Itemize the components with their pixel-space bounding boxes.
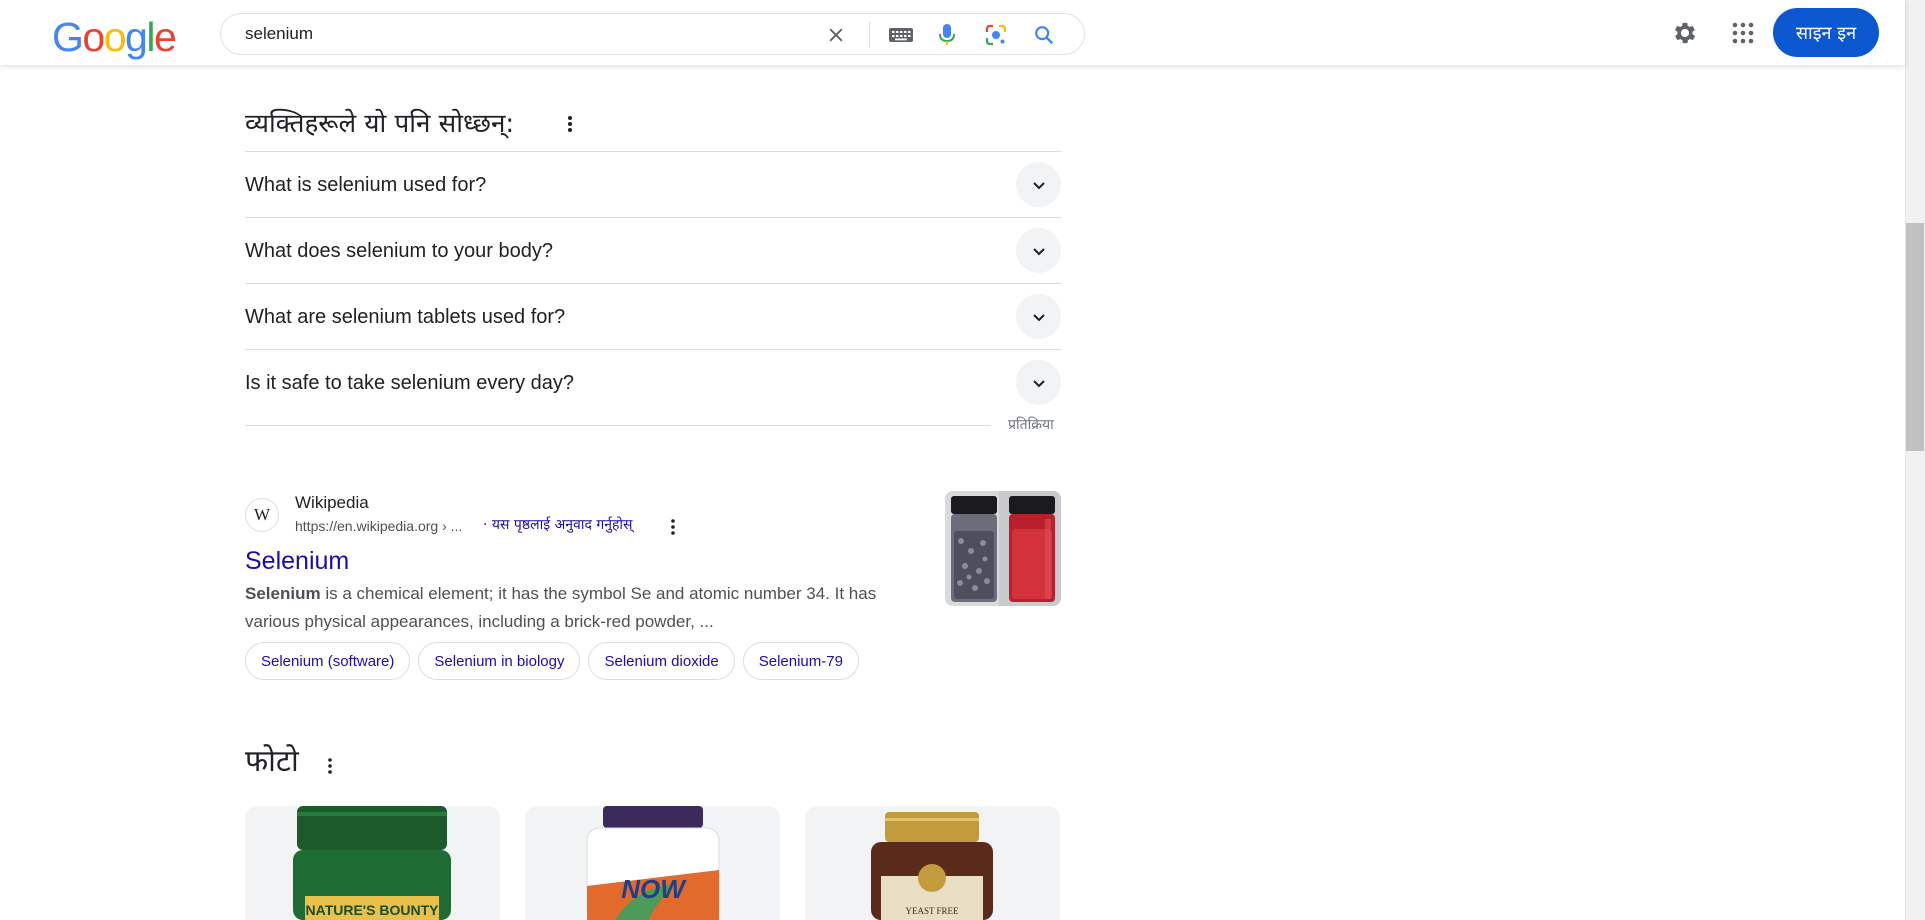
selenium-thumbnail-image[interactable]	[945, 491, 1061, 606]
close-icon[interactable]	[824, 23, 848, 47]
paa-question[interactable]: What are selenium tablets used for?	[245, 283, 1061, 349]
result-title-link[interactable]: Selenium	[245, 545, 349, 577]
solgar-label: YEAST FREE	[905, 906, 959, 916]
paa-question-text: What is selenium used for?	[245, 174, 487, 196]
snippet-bold: Selenium	[245, 584, 321, 603]
chip-selenium-in-biology[interactable]: Selenium in biology	[418, 642, 581, 680]
people-also-ask-title: व्यक्तिहरूले यो पनि सोध्छन्:	[245, 109, 515, 139]
camera-lens-icon[interactable]	[984, 23, 1008, 47]
chevron-down-icon[interactable]	[1016, 294, 1061, 339]
paa-divider	[245, 425, 991, 426]
result-url[interactable]: https://en.wikipedia.org › ...	[295, 518, 462, 534]
photo-card-now[interactable]: NOW	[525, 806, 780, 920]
search-box	[220, 13, 1085, 55]
chevron-down-icon[interactable]	[1016, 228, 1061, 273]
chevron-down-icon[interactable]	[1016, 162, 1061, 207]
photo-card-natures-bounty[interactable]: NATURE'S BOUNTY	[245, 806, 500, 920]
result-site-name[interactable]: Wikipedia	[295, 493, 369, 513]
result-more-options-icon[interactable]	[661, 515, 685, 539]
top-bar: Google साइन इन	[0, 0, 1905, 65]
people-also-ask-list: What is selenium used for? What does sel…	[245, 151, 1061, 415]
feedback-link[interactable]: प्रतिक्रिया	[1008, 415, 1054, 434]
snippet-line-2: various physical appearances, including …	[245, 612, 714, 631]
paa-more-options-icon[interactable]	[558, 112, 582, 136]
scrollbar-thumb[interactable]	[1906, 223, 1924, 451]
google-logo[interactable]: Google	[52, 17, 177, 58]
keyboard-icon[interactable]	[887, 23, 915, 47]
gear-icon[interactable]	[1669, 17, 1701, 49]
result-snippet: Selenium is a chemical element; it has t…	[245, 580, 925, 636]
chevron-down-icon[interactable]	[1016, 360, 1061, 405]
paa-question-text: What are selenium tablets used for?	[245, 306, 566, 328]
scrollbar-track[interactable]	[1905, 0, 1925, 920]
chip-selenium-dioxide[interactable]: Selenium dioxide	[588, 642, 735, 680]
chip-selenium-software[interactable]: Selenium (software)	[245, 642, 411, 680]
chip-selenium-79[interactable]: Selenium-79	[742, 642, 859, 680]
snippet-line-1: is a chemical element; it has the symbol…	[320, 584, 877, 603]
search-divider	[869, 22, 870, 48]
photos-more-options-icon[interactable]	[318, 754, 342, 778]
search-icon[interactable]	[1032, 23, 1056, 47]
now-label: NOW	[621, 874, 687, 904]
paa-question-text: What does selenium to your body?	[245, 240, 553, 262]
wikipedia-favicon: W	[245, 498, 279, 532]
paa-question[interactable]: Is it safe to take selenium every day?	[245, 349, 1061, 415]
search-input[interactable]	[245, 22, 805, 46]
sign-in-button[interactable]: साइन इन	[1773, 8, 1879, 57]
photo-card-solgar[interactable]: YEAST FREE	[805, 806, 1060, 920]
photos-section-title: फोटो	[245, 744, 299, 779]
natures-bounty-label: NATURE'S BOUNTY	[306, 902, 440, 918]
related-links: Selenium (software) Selenium in biology …	[245, 642, 859, 680]
paa-question[interactable]: What is selenium used for?	[245, 151, 1061, 217]
apps-grid-icon[interactable]	[1727, 17, 1759, 49]
paa-question[interactable]: What does selenium to your body?	[245, 217, 1061, 283]
microphone-icon[interactable]	[935, 23, 959, 47]
paa-question-text: Is it safe to take selenium every day?	[245, 372, 575, 394]
translate-page-link[interactable]: · यस पृष्ठलाई अनुवाद गर्नुहोस्	[483, 515, 633, 534]
